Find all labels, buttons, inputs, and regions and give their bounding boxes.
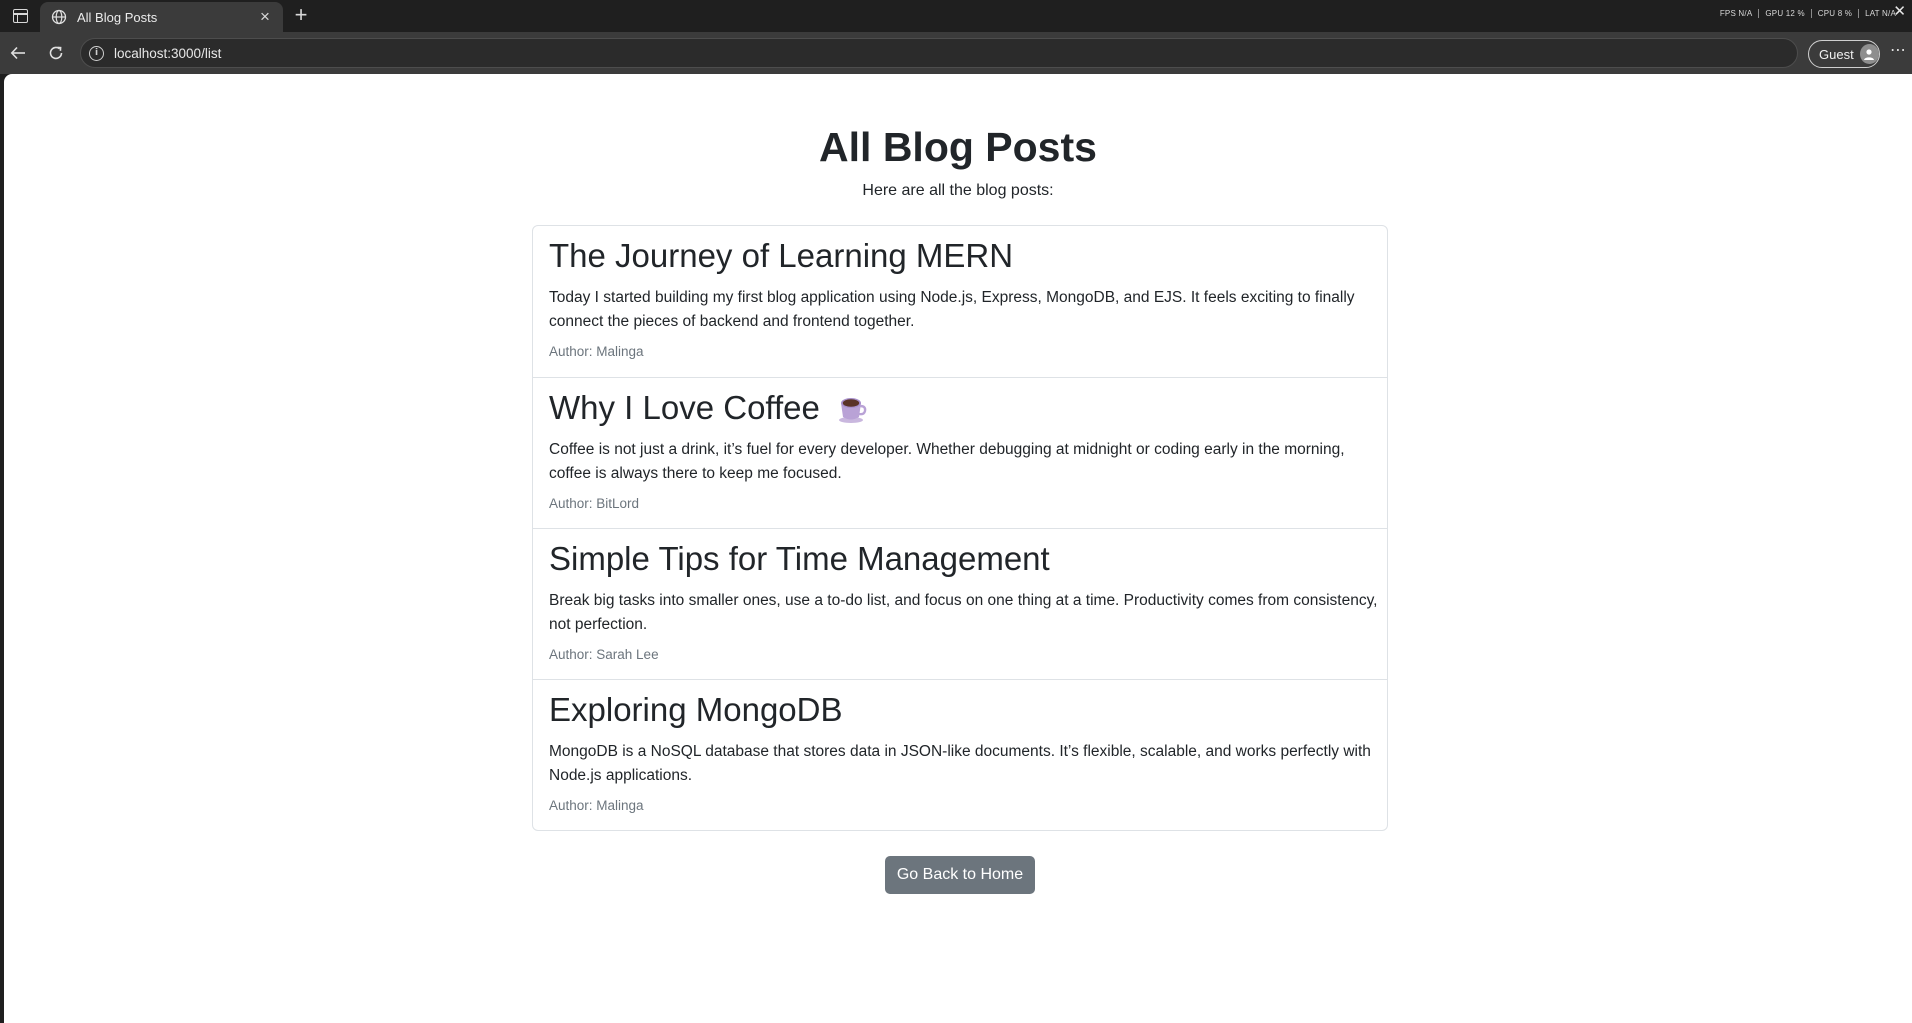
list-item: Exploring MongoDB MongoDB is a NoSQL dat…: [533, 679, 1387, 830]
new-tab-button[interactable]: +: [290, 4, 312, 26]
post-body: Today I started building my first blog a…: [549, 289, 1355, 330]
go-back-home-button[interactable]: Go Back to Home: [885, 856, 1035, 894]
post-body: Coffee is not just a drink, it’s fuel fo…: [549, 441, 1345, 482]
performance-overlay: FPS N/A GPU 12 % CPU 8 % LAT N/A: [1714, 9, 1902, 18]
post-title: Why I Love Coffee: [549, 388, 1371, 428]
post-body: MongoDB is a NoSQL database that stores …: [549, 743, 1371, 784]
site-info-icon[interactable]: i: [89, 45, 104, 61]
fps-readout: FPS N/A: [1719, 9, 1753, 18]
list-item: Why I Love Coffee Coffee is not just a d…: [533, 377, 1387, 528]
tab-actions-icon: [12, 9, 28, 23]
post-author: Author: Sarah Lee: [549, 647, 659, 662]
post-body: Break big tasks into smaller ones, use a…: [549, 592, 1378, 633]
reload-icon: [49, 46, 63, 60]
browser-toolbar: i localhost:3000/list Guest ⋯: [0, 32, 1912, 74]
gpu-readout: GPU 12 %: [1758, 9, 1810, 18]
browser-menu-button[interactable]: ⋯: [1890, 40, 1907, 60]
page-subtitle: Here are all the blog posts:: [862, 182, 1054, 199]
post-author: Author: Malinga: [549, 798, 644, 813]
page-viewport: All Blog Posts Here are all the blog pos…: [4, 74, 1912, 1023]
post-title: The Journey of Learning MERN: [549, 237, 1014, 274]
tab-close-icon[interactable]: ×: [257, 8, 273, 25]
post-title: Simple Tips for Time Management: [549, 540, 1050, 577]
post-list: The Journey of Learning MERN Today I sta…: [532, 225, 1388, 831]
tab-strip: All Blog Posts × + FPS N/A GPU 12 % CPU …: [0, 0, 1912, 32]
profile-button[interactable]: Guest: [1808, 40, 1880, 68]
back-arrow-icon: [10, 46, 25, 60]
list-item: Simple Tips for Time Management Break bi…: [533, 528, 1387, 679]
coffee-cup-icon: [834, 391, 868, 425]
post-author: Author: BitLord: [549, 496, 640, 511]
profile-label: Guest: [1819, 46, 1854, 62]
page-title: All Blog Posts: [819, 124, 1097, 170]
tab-all-blog-posts[interactable]: All Blog Posts ×: [40, 2, 283, 32]
avatar-icon: [1859, 44, 1879, 64]
post-author: Author: Malinga: [549, 344, 644, 359]
back-button[interactable]: [6, 41, 30, 65]
cpu-readout: CPU 8 %: [1810, 9, 1858, 18]
tab-title: All Blog Posts: [77, 9, 158, 25]
post-title: Exploring MongoDB: [549, 691, 843, 728]
url-text: localhost:3000/list: [114, 45, 222, 61]
reload-button[interactable]: [44, 41, 68, 65]
list-item: The Journey of Learning MERN Today I sta…: [533, 226, 1387, 377]
tab-actions-button[interactable]: [10, 6, 30, 26]
window-close-icon[interactable]: ✕: [1893, 3, 1906, 21]
globe-icon: [51, 9, 67, 25]
address-bar[interactable]: i localhost:3000/list: [80, 38, 1798, 68]
